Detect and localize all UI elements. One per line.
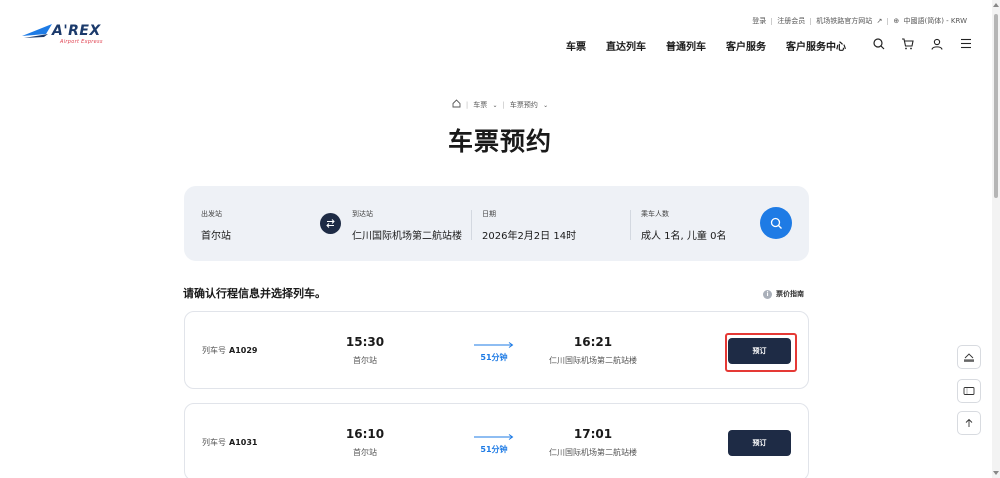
arrival-time: 17:01 — [573, 427, 613, 441]
divider — [810, 17, 812, 25]
nav-item-tickets[interactable]: 车票 — [566, 38, 586, 53]
cart-icon[interactable] — [900, 36, 915, 51]
divider — [771, 17, 773, 25]
breadcrumb-item-reservation[interactable]: 车票预约 ⌄ — [510, 100, 548, 110]
globe-icon: ⊕ — [893, 17, 900, 25]
chevron-down-icon: ⌄ — [492, 101, 498, 109]
train-card: 列车号 A1031 16:10 首尔站 51分钟 17:01 仁川国际机场第二航站… — [184, 403, 809, 478]
divider — [887, 17, 889, 25]
swap-icon — [326, 219, 335, 228]
route-arrow-icon — [474, 342, 514, 348]
search-icon — [770, 217, 782, 229]
scroll-top-button[interactable] — [957, 411, 981, 435]
breadcrumb-separator: | — [502, 100, 505, 109]
fare-guide-label: 票价指南 — [776, 290, 804, 298]
train-number: 列车号 A1031 — [202, 437, 257, 448]
arrival-value: 仁川国际机场第二航站楼 — [352, 231, 462, 242]
departure-value: 首尔站 — [201, 231, 231, 242]
train-number-label: 列车号 — [202, 346, 226, 355]
book-button[interactable]: 预订 — [728, 430, 791, 456]
passengers-value: 成人 1名, 儿童 0名 — [641, 231, 727, 242]
book-button[interactable]: 预订 — [728, 338, 791, 364]
divider — [630, 210, 631, 240]
travel-duration: 51分钟 — [480, 353, 508, 362]
main-nav: 车票 直达列车 普通列车 客户服务 客户服务中心 — [566, 38, 866, 53]
official-site-link[interactable]: 机场铁路官方网站 ↗ — [816, 16, 882, 26]
departure-time: 16:10 — [345, 427, 385, 441]
scrollbar-thumb[interactable] — [994, 14, 998, 198]
departure-time: 15:30 — [345, 335, 385, 349]
ticket-button[interactable] — [957, 379, 981, 403]
search-icon[interactable] — [871, 36, 886, 51]
user-icon[interactable] — [929, 36, 944, 51]
fare-guide-link[interactable]: i 票价指南 — [763, 289, 804, 299]
arrival-station: 仁川国际机场第二航站楼 — [549, 356, 637, 365]
register-link[interactable]: 注册会员 — [777, 16, 805, 26]
results-heading: 请确认行程信息并选择列车。 — [183, 287, 326, 300]
search-button[interactable] — [760, 207, 792, 239]
arrow-up-icon — [965, 418, 973, 427]
arrival-label: 到达站 — [352, 210, 373, 218]
passengers-field[interactable]: 乘车人数 成人 1名, 儿童 0名 — [641, 209, 726, 242]
utility-nav: 登录 注册会员 机场铁路官方网站 ↗ ⊕ 中國語(简体) - KRW — [752, 16, 967, 26]
date-field[interactable]: 日期 2026年2月2日 14时 — [482, 209, 576, 242]
breadcrumb-separator: | — [465, 100, 469, 109]
logo-subtitle: Airport Express — [60, 39, 103, 45]
arex-logo[interactable]: A'REX Airport Express — [22, 22, 104, 48]
departure-station: 首尔站 — [353, 356, 377, 365]
nav-item-all-stop-train[interactable]: 普通列车 — [666, 38, 706, 53]
language-selector[interactable]: ⊕ 中國語(简体) - KRW — [893, 16, 967, 26]
departure-station: 首尔站 — [353, 448, 377, 457]
swap-stations-button[interactable] — [320, 213, 341, 234]
train-card: 列车号 A1029 15:30 首尔站 51分钟 16:21 仁川国际机场第二航站… — [184, 311, 809, 389]
travel-duration: 51分钟 — [480, 445, 508, 454]
page-scrollbar[interactable] — [992, 0, 1000, 478]
ticket-icon — [963, 387, 975, 395]
menu-icon[interactable] — [958, 36, 973, 51]
ticket-check-button[interactable] — [957, 345, 981, 369]
home-icon[interactable] — [452, 99, 461, 110]
header-icon-group — [871, 36, 987, 51]
arrival-field[interactable]: 到达站 仁川国际机场第二航站楼 — [352, 209, 462, 242]
breadcrumb: | 车票 ⌄ | 车票预约 ⌄ — [0, 99, 1000, 110]
train-number-label: 列车号 — [202, 438, 226, 447]
page-title: 车票预约 — [447, 127, 552, 156]
ticket-check-icon — [964, 353, 974, 362]
info-icon: i — [763, 289, 772, 299]
breadcrumb-label: 车票预约 — [509, 100, 538, 109]
breadcrumb-label: 车票 — [473, 100, 488, 109]
route-arrow-icon — [474, 434, 514, 440]
arrival-station: 仁川国际机场第二航站楼 — [549, 448, 637, 457]
external-link-icon: ↗ — [876, 17, 883, 25]
train-number: 列车号 A1029 — [202, 345, 257, 356]
scroll-down-arrow[interactable] — [993, 471, 999, 475]
chevron-down-icon: ⌄ — [543, 101, 549, 109]
search-panel: 出发站 首尔站 到达站 仁川国际机场第二航站楼 日期 2026年2月2日 14时… — [184, 186, 809, 261]
train-number-value: A1029 — [229, 346, 258, 355]
departure-field[interactable]: 出发站 首尔站 — [201, 209, 231, 242]
train-number-value: A1031 — [229, 438, 258, 447]
nav-item-customer-service[interactable]: 客户服务 — [726, 38, 766, 53]
nav-item-express-train[interactable]: 直达列车 — [606, 38, 646, 53]
login-link[interactable]: 登录 — [752, 16, 766, 26]
divider — [471, 210, 472, 240]
official-site-label: 机场铁路官方网站 — [816, 17, 873, 25]
breadcrumb-item-tickets[interactable]: 车票 ⌄ — [473, 100, 497, 110]
departure-label: 出发站 — [201, 210, 222, 218]
arrival-time: 16:21 — [573, 335, 613, 349]
logo-wordmark: A'REX — [52, 23, 101, 39]
date-label: 日期 — [482, 210, 496, 218]
passengers-label: 乘车人数 — [641, 210, 669, 218]
language-label: 中國語(简体) - KRW — [903, 17, 967, 25]
nav-item-customer-center[interactable]: 客户服务中心 — [786, 38, 846, 53]
scroll-up-arrow[interactable] — [993, 3, 999, 7]
date-value: 2026年2月2日 14时 — [482, 231, 577, 242]
